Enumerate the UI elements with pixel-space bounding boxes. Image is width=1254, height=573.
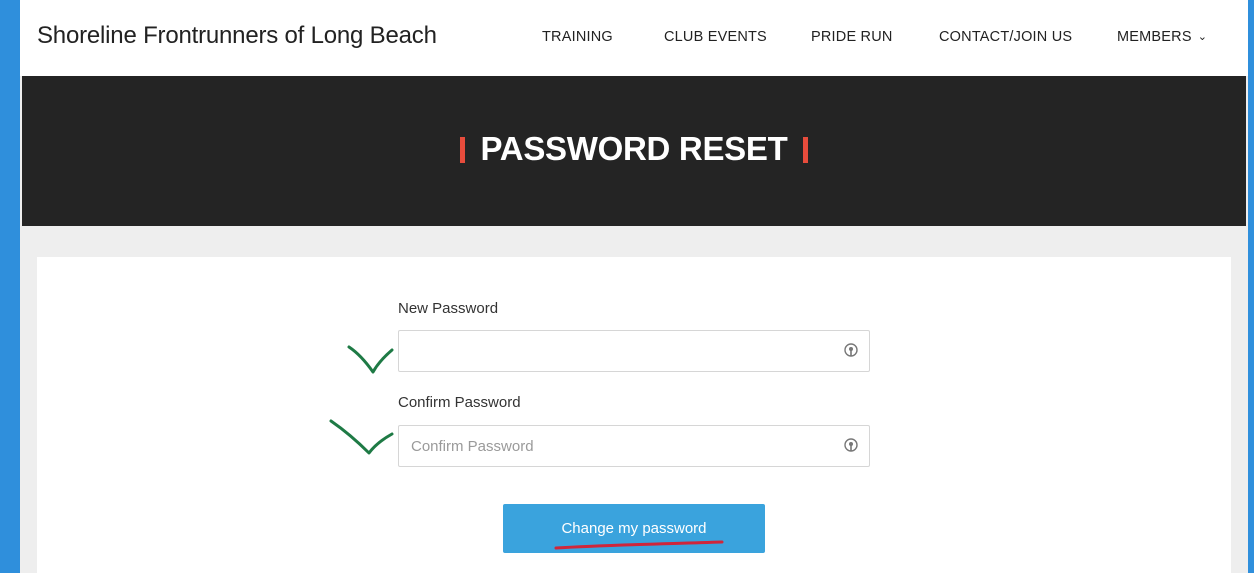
key-icon[interactable] (843, 343, 859, 359)
new-password-input[interactable] (398, 330, 870, 372)
title-accent-left (459, 137, 465, 163)
page-frame: Shoreline Frontrunners of Long Beach TRA… (20, 0, 1248, 573)
new-password-label: New Password (398, 300, 499, 317)
page-title-text: PASSWORD RESET (480, 130, 788, 167)
page-title: PASSWORD RESET (22, 130, 1246, 168)
site-header: Shoreline Frontrunners of Long Beach TRA… (20, 0, 1248, 76)
title-accent-right (803, 137, 809, 163)
nav-item-members[interactable]: MEMBERS ⌄ (1117, 29, 1207, 45)
nav-item-training[interactable]: TRAINING (542, 29, 613, 45)
confirm-password-label: Confirm Password (398, 394, 521, 411)
page-hero: PASSWORD RESET (22, 76, 1246, 226)
password-reset-form: New Password Confirm Password Change my … (37, 257, 1231, 573)
nav-item-pride-run[interactable]: PRIDE RUN (811, 29, 893, 45)
change-password-button[interactable]: Change my password (503, 504, 765, 553)
key-icon[interactable] (843, 438, 859, 454)
nav-item-members-label: MEMBERS (1117, 29, 1192, 45)
chevron-down-icon: ⌄ (1197, 31, 1208, 43)
nav-item-contact-join-us[interactable]: CONTACT/JOIN US (939, 29, 1072, 45)
nav-item-club-events[interactable]: CLUB EVENTS (664, 29, 767, 45)
main-nav: TRAINING CLUB EVENTS PRIDE RUN CONTACT/J… (20, 0, 1248, 76)
confirm-password-input[interactable] (398, 425, 870, 467)
